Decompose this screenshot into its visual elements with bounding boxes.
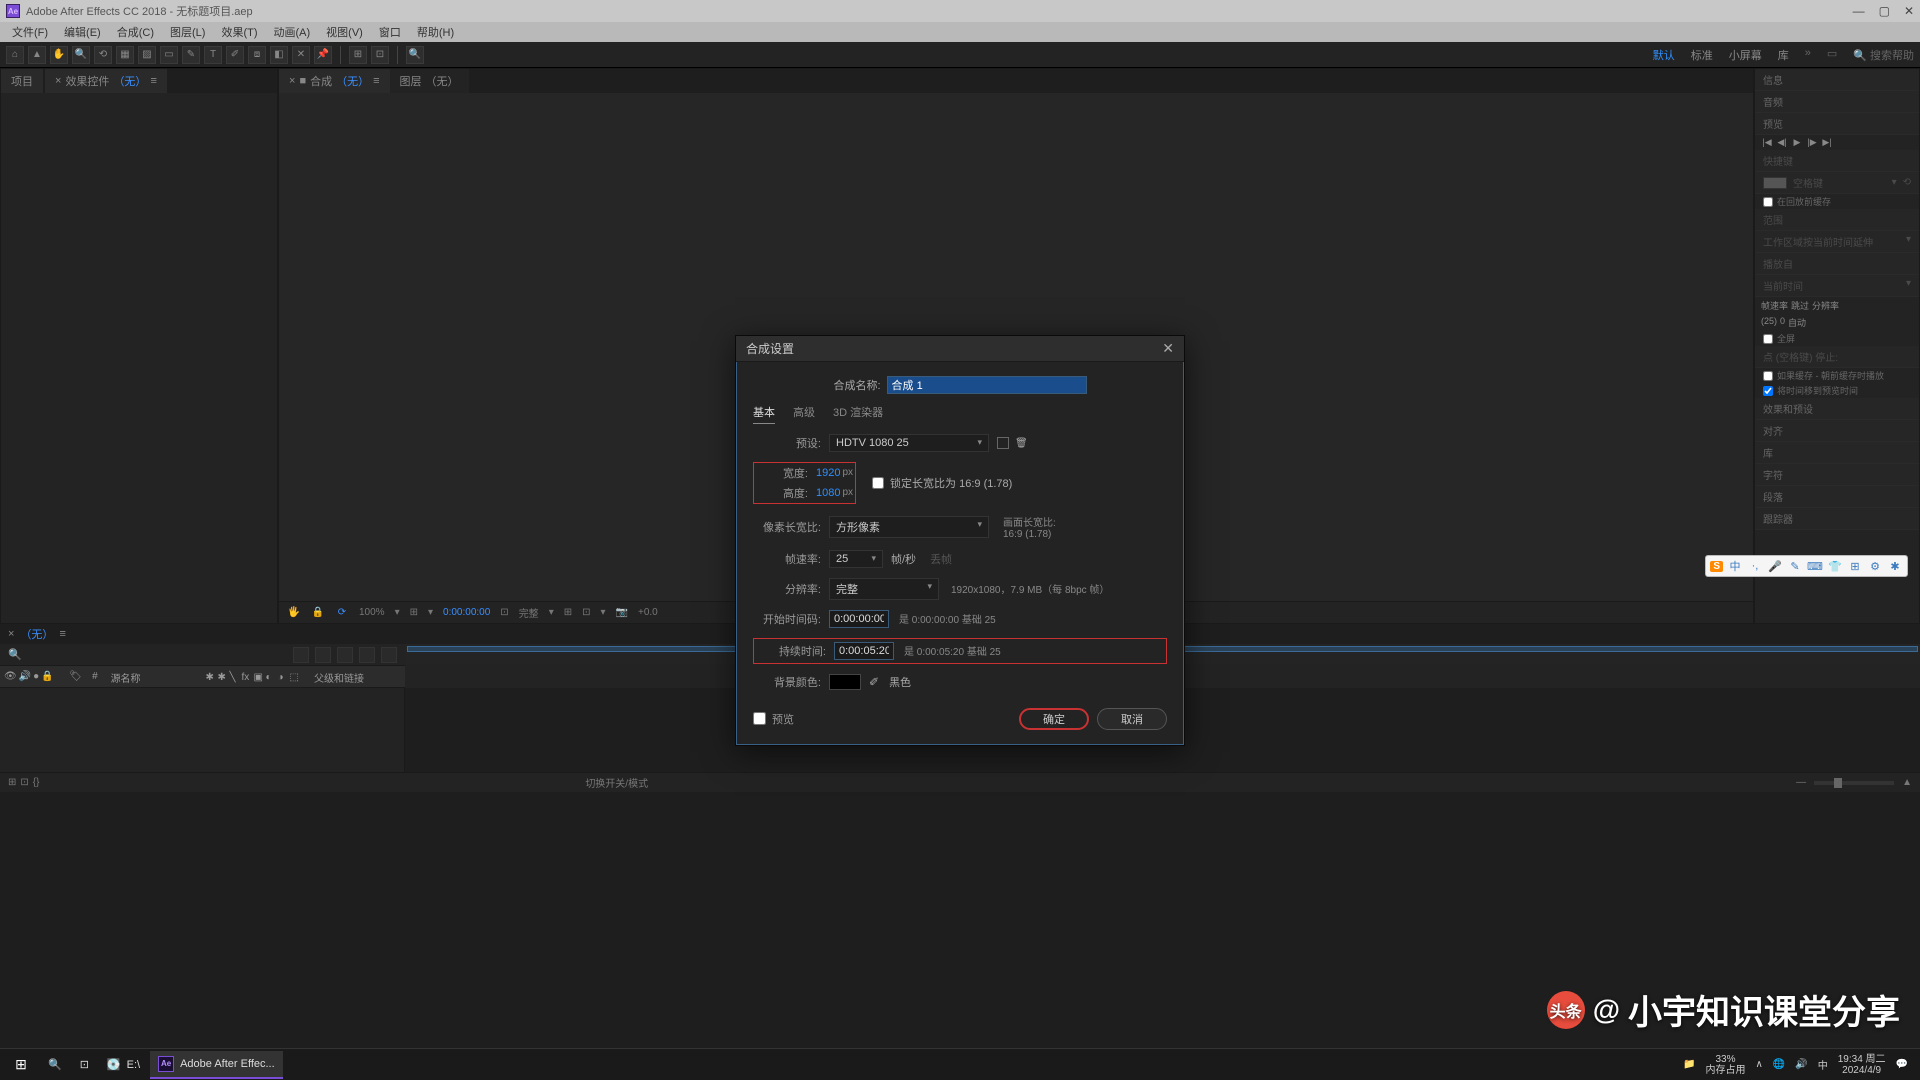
start-timecode-info: 是 0:00:00:00 基础 25 — [899, 611, 996, 626]
resolution-dropdown[interactable]: 完整 — [829, 578, 939, 600]
after-effects-task-button[interactable]: Ae Adobe After Effec... — [150, 1051, 283, 1079]
preview-label: 预览 — [772, 711, 794, 727]
bg-color-label: 背景颜色: — [753, 674, 829, 690]
drive-label: E:\ — [127, 1059, 140, 1071]
fps-unit: 帧/秒 — [891, 551, 916, 567]
lock-aspect-label: 锁定长宽比为 16:9 (1.78) — [890, 475, 1012, 491]
width-input[interactable]: 1920 — [816, 467, 840, 479]
watermark: 头条 @ 小宇知识课堂分享 — [1547, 985, 1900, 1034]
height-label: 高度: — [756, 485, 816, 501]
watermark-name: 小宇知识课堂分享 — [1628, 985, 1900, 1034]
composition-settings-dialog: 合成设置 ✕ 合成名称: 基本 高级 3D 渲染器 预设: HDTV 1080 … — [735, 335, 1185, 746]
frame-aspect-label: 画面长宽比: — [1003, 514, 1056, 529]
tray-overflow-icon[interactable]: ∧ — [1756, 1059, 1763, 1070]
ae-taskbar-icon: Ae — [158, 1056, 174, 1072]
px-unit: px — [842, 467, 853, 478]
start-button[interactable]: ⊞ — [4, 1051, 38, 1079]
tab-basic[interactable]: 基本 — [753, 404, 775, 424]
px-unit: px — [842, 487, 853, 498]
par-label: 像素长宽比: — [753, 519, 829, 535]
resolution-info: 1920x1080，7.9 MB（每 8bpc 帧） — [951, 581, 1109, 596]
memory-percent: 33% — [1715, 1054, 1735, 1065]
tray-network-icon[interactable]: 🌐 — [1773, 1059, 1785, 1070]
tab-advanced[interactable]: 高级 — [793, 404, 815, 424]
memory-label: 内存占用 — [1706, 1065, 1746, 1076]
width-label: 宽度: — [756, 465, 816, 481]
tray-date[interactable]: 2024/4/9 — [1842, 1065, 1881, 1076]
toutiao-logo-icon: 头条 — [1547, 991, 1585, 1029]
duration-info: 是 0:00:05:20 基础 25 — [904, 643, 1001, 658]
bg-color-name: 黑色 — [889, 674, 911, 690]
delete-preset-icon[interactable] — [1015, 437, 1028, 449]
start-timecode-input[interactable] — [829, 610, 889, 628]
dropframe-label: 丢帧 — [930, 551, 952, 567]
tray-ime-icon[interactable]: 中 — [1818, 1057, 1828, 1072]
cancel-button[interactable]: 取消 — [1097, 708, 1167, 730]
duration-label: 持续时间: — [758, 643, 834, 659]
lock-aspect-checkbox[interactable] — [872, 477, 884, 489]
height-input[interactable]: 1080 — [816, 487, 840, 499]
bg-color-swatch[interactable] — [829, 674, 861, 690]
framerate-dropdown[interactable]: 25 — [829, 550, 883, 568]
ok-button[interactable]: 确定 — [1019, 708, 1089, 730]
search-taskbar-button[interactable]: 🔍 — [40, 1051, 70, 1079]
ae-task-label: Adobe After Effec... — [180, 1058, 275, 1070]
frame-aspect-value: 16:9 (1.78) — [1003, 529, 1056, 540]
composition-settings-dialog-overlay: 合成设置 ✕ 合成名称: 基本 高级 3D 渲染器 预设: HDTV 1080 … — [0, 0, 1920, 1080]
comp-name-input[interactable] — [887, 376, 1087, 394]
dialog-close-button[interactable]: ✕ — [1162, 340, 1174, 357]
tray-volume-icon[interactable]: 🔊 — [1795, 1059, 1807, 1070]
eyedropper-icon[interactable]: ✐ — [869, 675, 879, 689]
preview-checkbox[interactable] — [753, 712, 766, 725]
explorer-drive-button[interactable]: 💽 E:\ — [99, 1051, 148, 1079]
notification-center-button[interactable]: 💬 — [1896, 1059, 1908, 1070]
pixel-aspect-dropdown[interactable]: 方形像素 — [829, 516, 989, 538]
tab-3d-renderer[interactable]: 3D 渲染器 — [833, 404, 883, 424]
start-timecode-label: 开始时间码: — [753, 611, 829, 627]
comp-name-label: 合成名称: — [833, 377, 880, 393]
preset-label: 预设: — [753, 435, 829, 451]
resolution-label: 分辨率: — [753, 581, 829, 597]
watermark-at: @ — [1593, 994, 1620, 1026]
framerate-label: 帧速率: — [753, 551, 829, 567]
tray-time[interactable]: 19:34 周二 — [1838, 1054, 1886, 1065]
duration-input[interactable] — [834, 642, 894, 660]
tray-explorer-icon[interactable]: 📁 — [1683, 1059, 1695, 1070]
drive-icon: 💽 — [107, 1058, 121, 1071]
preset-dropdown[interactable]: HDTV 1080 25 — [829, 434, 989, 452]
task-view-button[interactable]: ⊡ — [72, 1051, 97, 1079]
save-preset-icon[interactable] — [997, 437, 1009, 449]
dialog-title: 合成设置 — [746, 340, 794, 357]
windows-taskbar: ⊞ 🔍 ⊡ 💽 E:\ Ae Adobe After Effec... 📁 33… — [0, 1048, 1920, 1080]
